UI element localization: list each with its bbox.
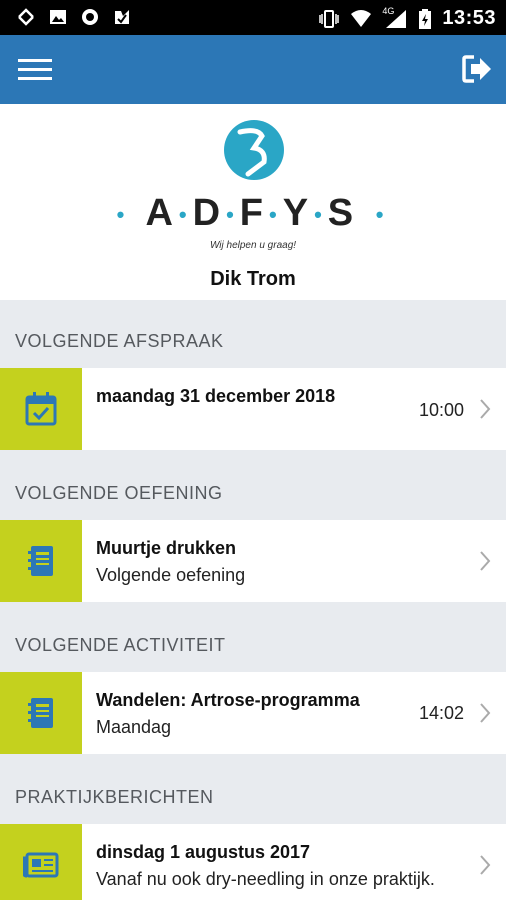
notebook-icon: [28, 698, 53, 728]
exercise-card[interactable]: Muurtje drukken Volgende oefening: [0, 520, 506, 602]
practice-header: • A•D•F•Y•S • Wij helpen u graag! Dik Tr…: [0, 104, 506, 300]
activity-card[interactable]: Wandelen: Artrose-programma Maandag 14:0…: [0, 672, 506, 754]
activity-title: Wandelen: Artrose-programma: [96, 690, 360, 710]
adfys-logo-icon: [224, 120, 284, 180]
section-heading-messages: PRAKTIJKBERICHTEN: [15, 787, 214, 807]
newspaper-icon: [23, 852, 59, 878]
logout-button[interactable]: [462, 53, 494, 85]
calendar-check-icon: [25, 392, 57, 426]
logout-icon: [462, 55, 491, 83]
clock: 13:53: [442, 7, 496, 29]
user-name: Dik Trom: [210, 268, 296, 290]
app-notification-icon: [115, 10, 129, 24]
chevron-right-icon: [480, 703, 491, 723]
appointment-time: 10:00: [418, 400, 464, 420]
battery-charging-icon: [419, 8, 432, 29]
chevron-right-icon: [480, 551, 491, 571]
section-heading-appointment: VOLGENDE AFSPRAAK: [15, 331, 224, 351]
image-icon: [50, 10, 66, 24]
logo-tagline: Wij helpen u graag!: [209, 240, 297, 251]
adfys-logo-wordmark: • A•D•F•Y•S •: [116, 192, 390, 234]
wifi-icon: [351, 9, 372, 27]
record-icon: [82, 9, 98, 25]
menu-button[interactable]: [18, 57, 52, 83]
section-heading-activity: VOLGENDE ACTIVITEIT: [15, 635, 226, 655]
exercise-title: Muurtje drukken: [96, 538, 237, 558]
activity-subtitle: Maandag: [96, 717, 172, 737]
message-preview: Vanaf nu ook dry-needling in onze prakti…: [96, 869, 435, 889]
notebook-icon: [28, 546, 53, 576]
status-bar: 4G 13:53: [0, 0, 506, 35]
app-bar: [0, 35, 506, 104]
section-heading-exercise: VOLGENDE OEFENING: [15, 483, 223, 503]
activity-time: 14:02: [418, 703, 464, 723]
appointment-card[interactable]: maandag 31 december 2018 10:00: [0, 368, 506, 450]
sync-icon: [18, 8, 34, 26]
message-card[interactable]: dinsdag 1 augustus 2017 Vanaf nu ook dry…: [0, 824, 506, 900]
message-date: dinsdag 1 augustus 2017: [96, 842, 311, 862]
cellular-signal-icon: 4G: [382, 6, 408, 29]
chevron-right-icon: [480, 399, 491, 419]
vibrate-icon: [319, 9, 340, 28]
appointment-date: maandag 31 december 2018: [96, 386, 336, 406]
chevron-right-icon: [480, 855, 491, 875]
exercise-subtitle: Volgende oefening: [96, 565, 246, 585]
hamburger-icon: [18, 59, 52, 80]
